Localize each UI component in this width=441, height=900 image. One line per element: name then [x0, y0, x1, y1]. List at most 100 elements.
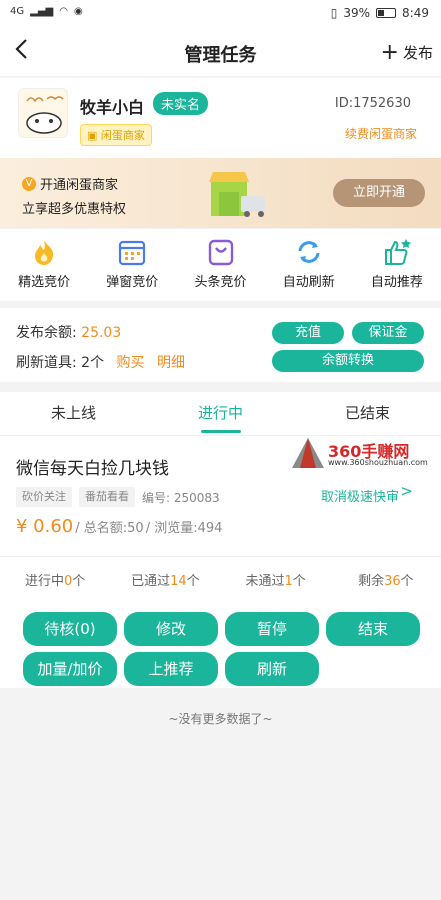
- stat-value: 14: [170, 574, 187, 589]
- balance-label: 发布余额:: [16, 325, 77, 341]
- quick-action-label: 头条竞价: [194, 275, 247, 290]
- stat-label: 未通过: [245, 574, 285, 589]
- banner-line1: 开通闲蛋商家: [40, 178, 119, 193]
- refresh-button[interactable]: 刷新: [225, 652, 319, 686]
- quick-action-featured-bid[interactable]: 精选竞价: [0, 229, 88, 301]
- profile-card: 牧羊小白 未实名 ▣ 闲蛋商家 ID:1752630 续费闲蛋商家: [0, 78, 441, 158]
- quick-action-label: 精选竞价: [18, 275, 71, 290]
- watermark: 360手赚网 www.360shouzhuan.com: [290, 436, 438, 470]
- thumbs-up-star-icon: [382, 237, 412, 267]
- task-price-row: ¥ 0.60 / 总名额:50 / 浏览量:494: [16, 516, 222, 537]
- page-title: 管理任务: [184, 45, 257, 66]
- verify-status-badge[interactable]: 未实名: [153, 92, 209, 115]
- edit-button[interactable]: 修改: [124, 612, 218, 646]
- clock: 8:49: [402, 6, 429, 20]
- stat-unit: 个: [186, 574, 200, 589]
- merchant-tag-label: 闲蛋商家: [100, 129, 145, 142]
- vip-badge-icon: V: [22, 176, 36, 191]
- quick-action-label: 自动刷新: [282, 275, 335, 290]
- quick-action-label: 自动推荐: [370, 275, 423, 290]
- quick-action-popup-bid[interactable]: 弹窗竞价: [88, 229, 176, 301]
- wifi-icon: ◠: [59, 6, 68, 17]
- calendar-icon: [117, 237, 147, 267]
- stat-value: 1: [284, 574, 293, 589]
- task-quota: / 总名额:50: [75, 521, 144, 536]
- status-left: 4G ▂▄▆ ◠ ◉: [10, 6, 83, 17]
- buy-props-link[interactable]: 购买: [117, 355, 145, 371]
- task-tag: 番茄看看: [79, 487, 135, 507]
- props-row: 刷新道具: 2个 购买 明细: [16, 352, 185, 372]
- props-detail-link[interactable]: 明细: [157, 355, 185, 371]
- battery-icon: [376, 8, 397, 18]
- quick-action-label: 弹窗竞价: [106, 275, 159, 290]
- task-title[interactable]: 微信每天白捡几块钱: [16, 454, 169, 479]
- nav-bar: 管理任务 + 发布: [0, 28, 441, 76]
- network-indicator: 4G: [10, 6, 25, 17]
- pending-review-button[interactable]: 待核(0): [23, 612, 117, 646]
- balance-convert-button[interactable]: 余额转换: [272, 350, 424, 372]
- refresh-icon: [294, 237, 324, 267]
- publish-button[interactable]: + 发布: [380, 39, 433, 65]
- stat-label: 已通过: [131, 574, 171, 589]
- cancel-fast-review-link[interactable]: 取消极速快审: [321, 486, 399, 505]
- stat-failed: 未通过1个: [221, 570, 331, 589]
- balance-amount: 25.03: [81, 325, 122, 341]
- banner-subtitle: 立享超多优惠特权: [22, 202, 127, 217]
- task-price: ¥ 0.60: [16, 516, 74, 537]
- props-count: 2个: [81, 355, 105, 371]
- quick-action-headline-bid[interactable]: 头条竞价: [176, 229, 264, 301]
- stat-passed: 已通过14个: [110, 570, 220, 589]
- publish-label: 发布: [402, 44, 433, 62]
- balance-panel: 发布余额: 25.03 刷新道具: 2个 购买 明细 充值 保证金 余额转换: [0, 308, 441, 382]
- eye-icon: ◉: [73, 6, 83, 17]
- stat-label: 剩余: [358, 574, 385, 589]
- shop-icon: ▣: [87, 129, 101, 142]
- props-label: 刷新道具:: [16, 355, 77, 371]
- stat-in-progress: 进行中0个: [0, 570, 110, 589]
- avatar[interactable]: [18, 88, 68, 138]
- shopping-bag-icon: [206, 237, 236, 267]
- end-button[interactable]: 结束: [326, 612, 420, 646]
- tab-in-progress[interactable]: 进行中: [147, 392, 294, 435]
- chevron-right-icon[interactable]: >: [400, 482, 413, 500]
- task-card: 360手赚网 www.360shouzhuan.com 微信每天白捡几块钱 砍价…: [0, 436, 441, 688]
- recharge-button[interactable]: 充值: [272, 322, 344, 344]
- quick-action-auto-refresh[interactable]: 自动刷新: [265, 229, 353, 301]
- watermark-url: www.360shouzhuan.com: [328, 458, 428, 467]
- pause-button[interactable]: 暂停: [225, 612, 319, 646]
- open-merchant-button[interactable]: 立即开通: [333, 179, 425, 207]
- battery-percent: 39%: [343, 6, 371, 20]
- deposit-button[interactable]: 保证金: [352, 322, 424, 344]
- task-stats: 进行中0个 已通过14个 未通过1个 剩余36个: [0, 570, 441, 589]
- merchant-tag: ▣ 闲蛋商家: [80, 124, 152, 146]
- task-views: / 浏览量:494: [145, 521, 223, 536]
- balance-row: 发布余额: 25.03: [16, 322, 121, 342]
- flame-icon: [29, 237, 59, 267]
- quick-action-auto-recommend[interactable]: 自动推荐: [353, 229, 441, 301]
- tab-offline[interactable]: 未上线: [0, 392, 147, 435]
- signal-icon: ▂▄▆: [30, 6, 54, 17]
- add-quantity-button[interactable]: 加量/加价: [23, 652, 117, 686]
- plus-icon: +: [380, 39, 399, 65]
- task-serial: 编号: 250083: [142, 491, 220, 505]
- tab-ended[interactable]: 已结束: [294, 392, 441, 435]
- stat-unit: 个: [72, 574, 86, 589]
- recommend-button[interactable]: 上推荐: [124, 652, 218, 686]
- stat-label: 进行中: [24, 574, 64, 589]
- task-tag: 砍价关注: [16, 487, 72, 507]
- vibrate-icon: ▯: [330, 6, 338, 20]
- status-bar: 4G ▂▄▆ ◠ ◉ ▯ 39% 8:49: [0, 0, 441, 28]
- divider: [0, 556, 441, 557]
- user-name: 牧羊小白: [80, 98, 145, 117]
- stat-unit: 个: [400, 574, 414, 589]
- user-id: ID:1752630: [334, 96, 411, 111]
- quick-actions: 精选竞价 弹窗竞价 头条竞价 自动刷新 自动推荐: [0, 229, 441, 301]
- status-tabs: 未上线 进行中 已结束: [0, 392, 441, 436]
- renew-merchant-link[interactable]: 续费闲蛋商家: [345, 125, 417, 142]
- status-right: ▯ 39% 8:49: [331, 6, 429, 20]
- banner-title: V 开通闲蛋商家: [22, 174, 118, 193]
- no-more-data: ~没有更多数据了~: [168, 712, 273, 726]
- stat-value: 36: [384, 574, 401, 589]
- merchant-banner[interactable]: V 开通闲蛋商家 立享超多优惠特权 立即开通: [0, 158, 441, 228]
- watermark-logo-icon: [292, 438, 324, 468]
